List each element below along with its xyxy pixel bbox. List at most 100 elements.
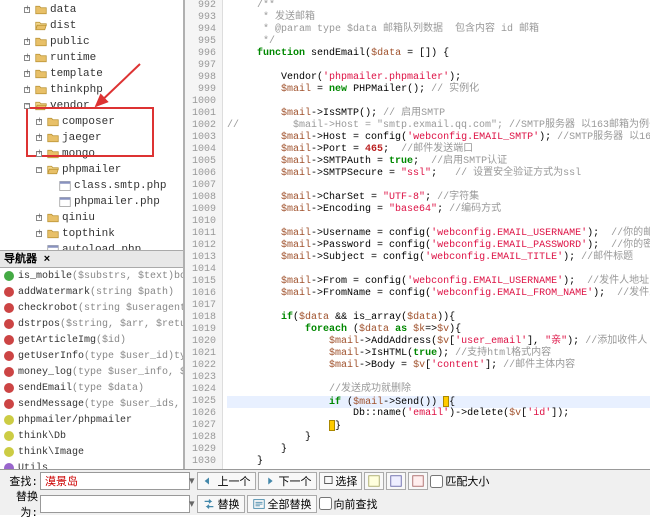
tree-item[interactable]: qiniu [0, 210, 183, 226]
tree-toggle-icon[interactable] [36, 151, 42, 157]
outline-item[interactable]: addWatermark(string $path) [0, 284, 183, 300]
next-button[interactable]: 下一个 [258, 472, 317, 490]
dropdown-icon[interactable]: ▾ [189, 474, 195, 488]
backward-check[interactable]: 向前查找 [319, 496, 378, 512]
code-line[interactable] [227, 264, 650, 276]
outline-item[interactable]: Utils [0, 460, 183, 469]
tree-item[interactable]: jaeger [0, 130, 183, 146]
file-tree[interactable]: datadistpublicruntimetemplatethinkphpven… [0, 0, 183, 250]
tree-toggle-icon[interactable] [24, 87, 30, 93]
code-line[interactable]: } [227, 456, 650, 468]
code-line[interactable]: $mail->SMTPSecure = "ssl"; // 设置安全验证方式为s… [227, 168, 650, 180]
opt1-icon[interactable] [364, 472, 384, 490]
outline-item[interactable]: sendMessage(type $user_ids, type $conten… [0, 396, 183, 412]
opt3-icon[interactable] [408, 472, 428, 490]
code-line[interactable] [227, 60, 650, 72]
code-line[interactable]: if ($mail->Send()) { [227, 396, 650, 408]
tree-toggle-icon[interactable] [24, 55, 30, 61]
code-line[interactable]: $mail->From = config('webconfig.EMAIL_US… [227, 276, 650, 288]
tree-item[interactable]: public [0, 34, 183, 50]
tree-toggle-icon[interactable] [36, 215, 42, 221]
tree-item[interactable]: composer [0, 114, 183, 130]
code-line[interactable]: foreach ($data as $k=>$v){ [227, 324, 650, 336]
tree-item[interactable]: runtime [0, 50, 183, 66]
code-line[interactable]: * @param type $data 邮箱队列数据 包含内容 id 邮箱 [227, 24, 650, 36]
prev-button[interactable]: 上一个 [197, 472, 256, 490]
code-line[interactable]: Db::name('email')->delete($v['id']); [227, 408, 650, 420]
opt2-icon[interactable] [386, 472, 406, 490]
navigator-header[interactable]: 导航器 × [0, 250, 183, 268]
replace-input[interactable] [40, 495, 190, 513]
code-line[interactable]: Vendor('phpmailer.phpmailer'); [227, 72, 650, 84]
tree-item[interactable]: topthink [0, 226, 183, 242]
tree-toggle-icon[interactable] [24, 39, 30, 45]
code-line[interactable] [227, 96, 650, 108]
tree-item[interactable]: phpmailer [0, 162, 183, 178]
code-area[interactable]: /** * 发送邮箱 * @param type $data 邮箱队列数据 包含… [223, 0, 650, 469]
outline-item[interactable]: dstrpos($string, $arr, $returnvalue) boo… [0, 316, 183, 332]
find-input[interactable] [40, 472, 190, 490]
replace-all-button[interactable]: 全部替换 [247, 495, 317, 513]
code-line[interactable]: } [227, 420, 650, 432]
code-line[interactable]: * 发送邮箱 [227, 12, 650, 24]
code-editor[interactable]: 9929939949959969979989991000100110021003… [185, 0, 650, 469]
code-line[interactable]: */ [227, 36, 650, 48]
outline-item[interactable]: is_mobile($substrs, $text) boolean [0, 268, 183, 284]
tree-item[interactable]: dist [0, 18, 183, 34]
code-line[interactable] [227, 372, 650, 384]
code-line[interactable]: } [227, 432, 650, 444]
tree-toggle-icon[interactable] [24, 7, 30, 13]
code-line[interactable] [227, 300, 650, 312]
line-number: 1019 [185, 324, 216, 336]
case-check[interactable]: 匹配大小 [430, 473, 489, 489]
code-line[interactable]: // $mail->Host = "smtp.exmail.qq.com"; /… [227, 120, 650, 132]
tree-item[interactable]: vendor [0, 98, 183, 114]
code-line[interactable]: $mail->Encoding = "base64"; //编码方式 [227, 204, 650, 216]
code-line[interactable]: $mail->AddAddress($v['user_email'], "亲")… [227, 336, 650, 348]
outline-item[interactable]: phpmailer/phpmailer [0, 412, 183, 428]
outline-item[interactable]: think\Image [0, 444, 183, 460]
code-line[interactable] [227, 180, 650, 192]
outline-item[interactable]: sendEmail(type $data) [0, 380, 183, 396]
code-line[interactable]: $mail->CharSet = "UTF-8"; //字符集 [227, 192, 650, 204]
outline-item[interactable]: think\Db [0, 428, 183, 444]
code-line[interactable]: $mail->IsSMTP(); // 启用SMTP [227, 108, 650, 120]
outline-item[interactable]: checkrobot(string $useragent) boolean [0, 300, 183, 316]
code-line[interactable]: $mail->IsHTML(true); //支持html格式内容 [227, 348, 650, 360]
select-button[interactable]: ☐ 选择 [319, 472, 363, 490]
tree-toggle-icon[interactable] [24, 71, 30, 77]
tree-toggle-icon[interactable] [36, 231, 42, 237]
code-line[interactable]: $mail->Subject = config('webconfig.EMAIL… [227, 252, 650, 264]
outline-item[interactable]: money_log(type $user_info, $points, type… [0, 364, 183, 380]
outline-item[interactable]: getUserInfo(type $user_id) type [0, 348, 183, 364]
tree-item[interactable]: phpmailer.php [0, 194, 183, 210]
code-line[interactable]: $mail = new PHPMailer(); // 实例化 [227, 84, 650, 96]
code-line[interactable]: //发送成功就删除 [227, 384, 650, 396]
code-outline[interactable]: is_mobile($substrs, $text) booleanaddWat… [0, 268, 183, 469]
tree-item[interactable]: template [0, 66, 183, 82]
tree-item[interactable]: thinkphp [0, 82, 183, 98]
outline-item[interactable]: getArticleImg($id) [0, 332, 183, 348]
code-line[interactable]: $mail->Username = config('webconfig.EMAI… [227, 228, 650, 240]
code-line[interactable]: $mail->Host = config('webconfig.EMAIL_SM… [227, 132, 650, 144]
code-line[interactable]: $mail->Password = config('webconfig.EMAI… [227, 240, 650, 252]
code-line[interactable]: $mail->FromName = config('webconfig.EMAI… [227, 288, 650, 300]
tree-item[interactable]: data [0, 2, 183, 18]
tree-item[interactable]: autoload.php [0, 242, 183, 250]
tree-toggle-icon[interactable] [36, 135, 42, 141]
replace-button[interactable]: 替换 [197, 495, 245, 513]
code-line[interactable]: if($data && is_array($data)){ [227, 312, 650, 324]
tree-toggle-icon[interactable] [36, 119, 42, 125]
tree-item[interactable]: class.smtp.php [0, 178, 183, 194]
dropdown-icon[interactable]: ▾ [189, 497, 195, 511]
code-line[interactable]: function sendEmail($data = []) { [227, 48, 650, 60]
tree-item[interactable]: mongo [0, 146, 183, 162]
tree-toggle-icon[interactable] [36, 167, 42, 173]
code-line[interactable]: /** [227, 0, 650, 12]
code-line[interactable]: $mail->Port = 465; //邮件发送端口 [227, 144, 650, 156]
code-line[interactable]: } [227, 444, 650, 456]
tree-toggle-icon[interactable] [24, 103, 30, 109]
code-line[interactable]: $mail->Body = $v['content']; //邮件主体内容 [227, 360, 650, 372]
code-line[interactable]: $mail->SMTPAuth = true; //启用SMTP认证 [227, 156, 650, 168]
code-line[interactable] [227, 216, 650, 228]
